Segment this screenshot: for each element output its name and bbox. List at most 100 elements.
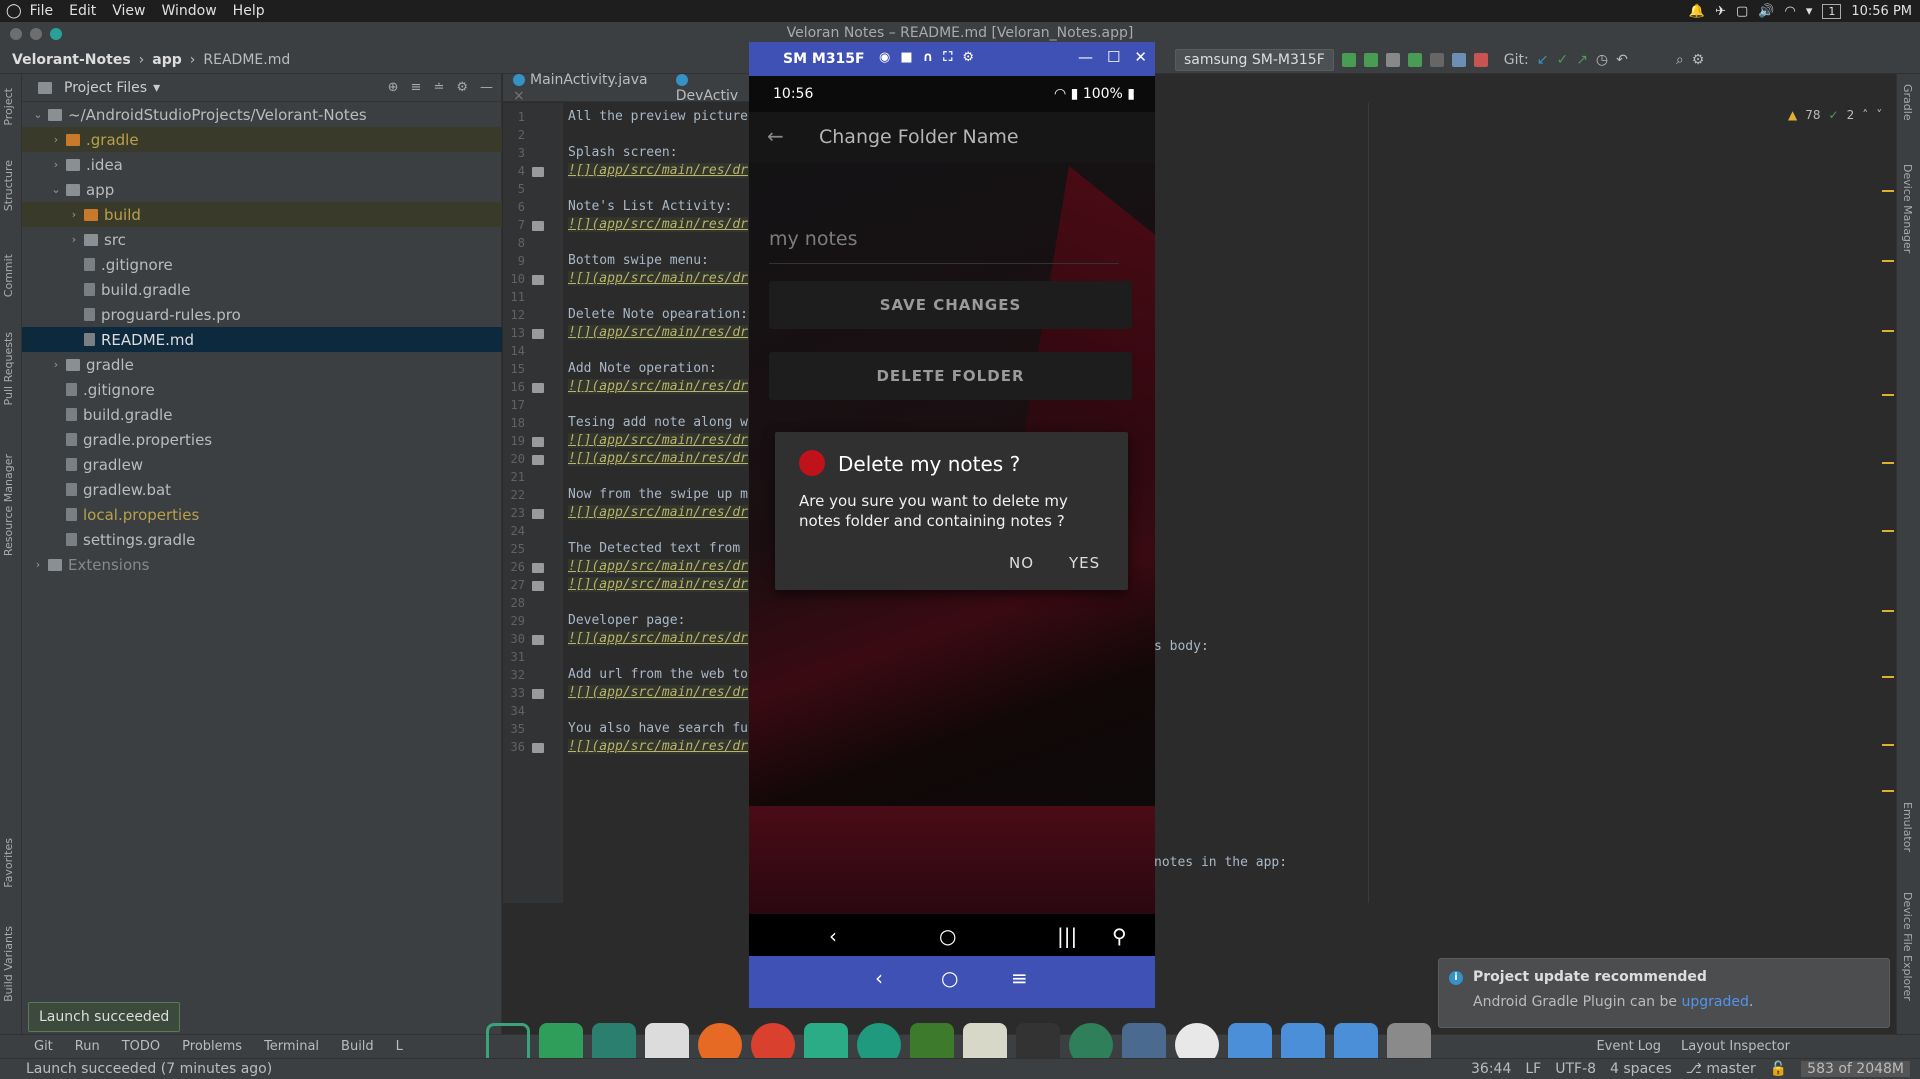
chevron-right-icon[interactable]: › [30, 558, 46, 571]
git-history-icon[interactable]: ◷ [1596, 52, 1608, 68]
gear-icon[interactable]: ⚙ [456, 80, 468, 95]
image-preview-icon[interactable] [532, 329, 544, 339]
warning-marker[interactable] [1882, 530, 1894, 532]
markdown-image-link[interactable]: ![](app/src/main/res/dr [568, 631, 749, 646]
image-preview-icon[interactable] [532, 455, 544, 465]
tool-tab-project[interactable]: Project [2, 88, 15, 126]
chevron-right-icon[interactable]: › [48, 158, 64, 171]
system-logo-icon[interactable]: ◯ [6, 3, 22, 19]
tab-dev-activity[interactable]: DevActiv [675, 72, 753, 104]
layout-inspector-button[interactable]: Layout Inspector [1681, 1039, 1790, 1054]
tree-item[interactable]: build.gradle [22, 402, 502, 427]
warning-marker[interactable] [1882, 610, 1894, 612]
settings-icon[interactable]: ⚙ [1692, 52, 1705, 68]
wifi-icon[interactable]: ◠ [1784, 4, 1795, 19]
menu-help[interactable]: Help [233, 3, 265, 19]
breadcrumb-module[interactable]: app [152, 52, 182, 68]
tool-tab-device-file-explorer[interactable]: Device File Explorer [1901, 892, 1914, 1001]
apply-changes-icon[interactable] [1341, 53, 1356, 67]
tray-chevron-icon[interactable]: ▾ [1806, 4, 1813, 19]
markdown-image-link[interactable]: ![](app/src/main/res/dr [568, 559, 749, 574]
minimize-icon[interactable]: — [1078, 48, 1093, 66]
telegram-icon[interactable]: ✈ [1715, 4, 1726, 19]
chevron-up-icon[interactable]: ˄ [1862, 108, 1868, 122]
folder-name-input[interactable]: my notes [769, 228, 1119, 264]
tool-tab-build-variants[interactable]: Build Variants [2, 926, 15, 1002]
clipboard-icon[interactable]: ▢ [1736, 4, 1748, 19]
tree-item[interactable]: gradlew [22, 452, 502, 477]
tree-item[interactable]: ⌄ ~/AndroidStudioProjects/Velorant-Notes [22, 102, 502, 127]
tree-item[interactable]: › src [22, 227, 502, 252]
project-view-selector[interactable]: Project Files [64, 80, 147, 96]
tree-item[interactable]: gradle.properties [22, 427, 502, 452]
markdown-image-link[interactable]: ![](app/src/main/res/dr [568, 325, 749, 340]
breadcrumb-file[interactable]: README.md [203, 52, 290, 68]
tree-item[interactable]: › gradle [22, 352, 502, 377]
inspection-widget[interactable]: ▲ 78 ✓ 2 ˄ ˅ [1788, 108, 1882, 122]
git-push-icon[interactable]: ↗ [1576, 52, 1588, 68]
chevron-down-icon[interactable]: ˅ [1876, 108, 1882, 122]
upgrade-link[interactable]: upgraded [1681, 994, 1748, 1010]
markdown-image-link[interactable]: ![](app/src/main/res/dr [568, 271, 749, 286]
save-changes-button[interactable]: SAVE CHANGES [769, 281, 1132, 329]
image-preview-icon[interactable] [532, 437, 544, 447]
markdown-image-link[interactable]: ![](app/src/main/res/dr [568, 163, 749, 178]
image-preview-icon[interactable] [532, 581, 544, 591]
warning-marker[interactable] [1882, 190, 1894, 192]
warning-marker[interactable] [1882, 676, 1894, 678]
maximize-icon[interactable]: ☐ [1107, 48, 1120, 66]
tree-item[interactable]: README.md [22, 327, 502, 352]
menu-file[interactable]: File [30, 3, 53, 19]
home-icon[interactable]: ○ [939, 924, 956, 948]
tree-item[interactable]: local.properties [22, 502, 502, 527]
bottom-tab-git[interactable]: Git [34, 1039, 53, 1054]
back-icon[interactable]: ‹ [875, 966, 883, 990]
device-selector[interactable]: samsung SM-M315F [1175, 49, 1334, 71]
home-icon[interactable]: ○ [941, 966, 958, 990]
tool-tab-emulator[interactable]: Emulator [1901, 802, 1914, 852]
image-preview-icon[interactable] [532, 563, 544, 573]
accessibility-icon[interactable]: ⚲ [1112, 924, 1127, 948]
markdown-image-link[interactable]: ![](app/src/main/res/dr [568, 739, 749, 754]
image-preview-icon[interactable] [532, 743, 544, 753]
memory-indicator[interactable]: 583 of 2048M [1801, 1061, 1910, 1077]
tool-tab-structure[interactable]: Structure [2, 160, 15, 211]
tree-item[interactable]: proguard-rules.pro [22, 302, 502, 327]
tab-main-activity[interactable]: MainActivity.java × [513, 72, 660, 104]
workspace-indicator[interactable]: 1 [1822, 3, 1842, 19]
image-preview-icon[interactable] [532, 167, 544, 177]
back-arrow-icon[interactable]: ← [767, 124, 784, 148]
tree-item[interactable]: settings.gradle [22, 527, 502, 552]
markdown-image-link[interactable]: ![](app/src/main/res/dr [568, 379, 749, 394]
bottom-tab-todo[interactable]: TODO [122, 1039, 160, 1054]
bottom-tab-problems[interactable]: Problems [182, 1039, 242, 1054]
apply-code-changes-icon[interactable] [1363, 53, 1378, 67]
stop-icon[interactable] [1473, 53, 1488, 67]
image-preview-icon[interactable] [532, 275, 544, 285]
clock[interactable]: 10:56 PM [1851, 4, 1912, 19]
markdown-image-link[interactable]: ![](app/src/main/res/dr [568, 217, 749, 232]
tool-tab-pull-requests[interactable]: Pull Requests [2, 332, 15, 405]
tree-item[interactable]: › .idea [22, 152, 502, 177]
breadcrumb-root[interactable]: Velorant-Notes [12, 52, 131, 68]
close-icon[interactable]: × [513, 88, 525, 104]
record-icon[interactable]: ■ [900, 50, 912, 65]
chevron-down-icon[interactable]: ⌄ [48, 183, 64, 196]
chevron-down-icon[interactable]: ▾ [153, 80, 160, 96]
volume-icon[interactable]: 🔊 [1758, 4, 1774, 19]
tree-item[interactable]: › build [22, 202, 502, 227]
attach-debugger-icon[interactable] [1451, 53, 1466, 67]
bottom-tab-build[interactable]: Build [341, 1039, 374, 1054]
image-preview-icon[interactable] [532, 509, 544, 519]
gear-icon[interactable]: ⚙ [962, 50, 974, 65]
markdown-image-link[interactable]: ![](app/src/main/res/dr [568, 505, 749, 520]
profile-icon[interactable] [1429, 53, 1444, 67]
dialog-no-button[interactable]: NO [1009, 554, 1034, 572]
tool-tab-favorites[interactable]: Favorites [2, 838, 15, 888]
warning-marker[interactable] [1882, 462, 1894, 464]
chevron-down-icon[interactable]: ⌄ [30, 108, 46, 121]
image-preview-icon[interactable] [532, 221, 544, 231]
camera-icon[interactable]: ◉ [879, 50, 890, 65]
tree-item[interactable]: .gitignore [22, 377, 502, 402]
tool-tab-gradle[interactable]: Gradle [1901, 84, 1914, 121]
